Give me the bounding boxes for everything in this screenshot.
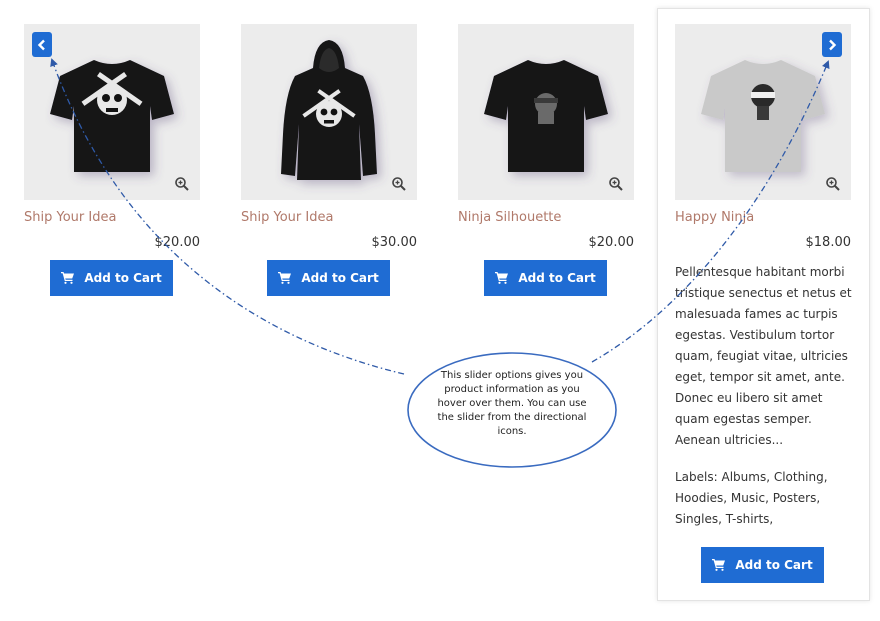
- tshirt-image: [484, 60, 608, 172]
- product-image[interactable]: [241, 24, 417, 200]
- product-price: $18.00: [805, 235, 852, 250]
- cart-icon: [278, 272, 292, 284]
- slider-prev-button[interactable]: [32, 32, 52, 57]
- product-price: $30.00: [371, 235, 418, 250]
- add-to-cart-button[interactable]: Add to Cart: [267, 260, 390, 296]
- add-to-cart-label: Add to Cart: [735, 558, 813, 572]
- callout-text: This slider options gives you product in…: [437, 370, 587, 437]
- product-title[interactable]: Ship Your Idea: [241, 210, 333, 225]
- cart-icon: [495, 272, 509, 284]
- add-to-cart-button[interactable]: Add to Cart: [484, 260, 607, 296]
- add-to-cart-button[interactable]: Add to Cart: [701, 547, 824, 583]
- product-price: $20.00: [154, 235, 201, 250]
- product-title[interactable]: Happy Ninja: [675, 210, 754, 225]
- zoom-in-icon[interactable]: [825, 176, 841, 192]
- add-to-cart-label: Add to Cart: [518, 271, 596, 285]
- zoom-in-icon[interactable]: [608, 176, 624, 192]
- add-to-cart-label: Add to Cart: [301, 271, 379, 285]
- chevron-right-icon: [829, 39, 837, 50]
- chevron-left-icon: [37, 39, 45, 50]
- zoom-in-icon[interactable]: [391, 176, 407, 192]
- slider-next-button[interactable]: [822, 32, 842, 57]
- product-title[interactable]: Ship Your Idea: [24, 210, 116, 225]
- cart-icon: [61, 272, 75, 284]
- product-price: $20.00: [588, 235, 635, 250]
- product-title[interactable]: Ninja Silhouette: [458, 210, 561, 225]
- product-labels: Labels: Albums, Clothing, Hoodies, Music…: [675, 470, 828, 526]
- zoom-in-icon[interactable]: [174, 176, 190, 192]
- product-image[interactable]: [458, 24, 634, 200]
- hoodie-image: [281, 40, 377, 180]
- add-to-cart-button[interactable]: Add to Cart: [50, 260, 173, 296]
- product-description: Pellentesque habitant morbi tristique se…: [675, 265, 852, 447]
- add-to-cart-label: Add to Cart: [84, 271, 162, 285]
- cart-icon: [712, 559, 726, 571]
